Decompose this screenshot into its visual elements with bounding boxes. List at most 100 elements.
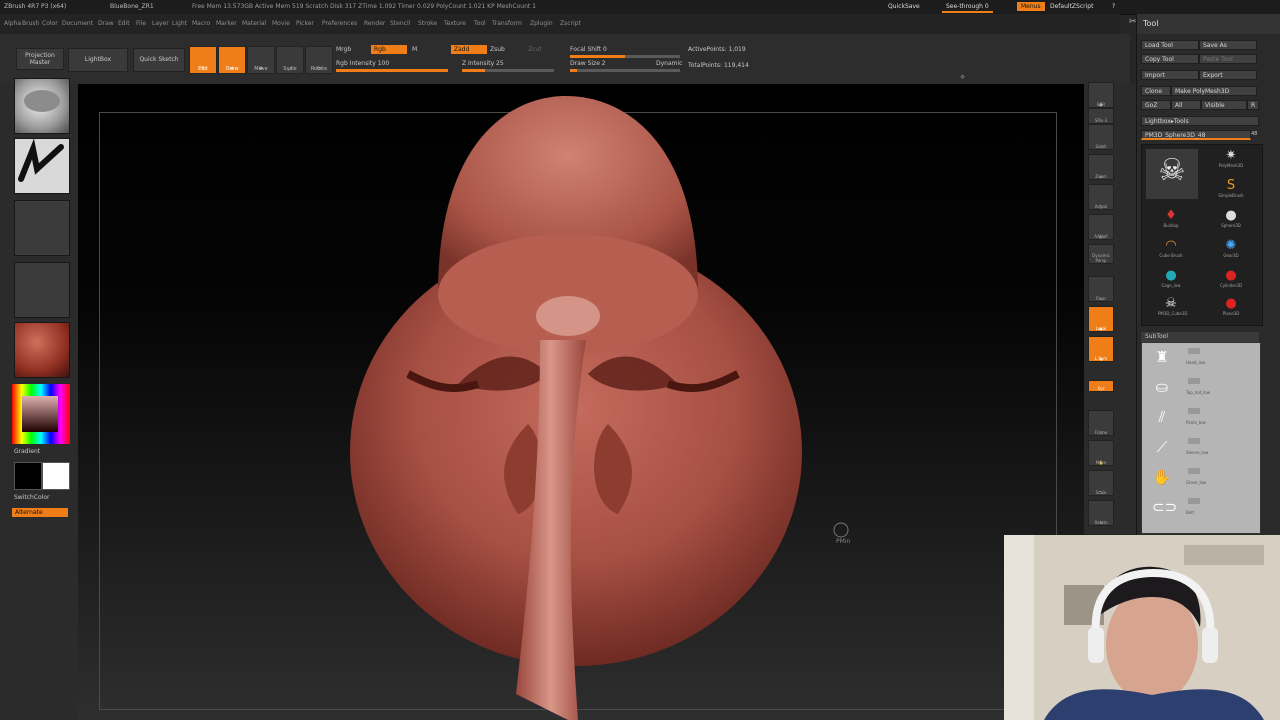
- visible-button[interactable]: Visible: [1201, 100, 1247, 110]
- r-button[interactable]: R: [1247, 100, 1259, 110]
- local-button[interactable]: ◉ Local: [1088, 306, 1114, 332]
- primary-color[interactable]: [14, 462, 42, 490]
- aahalf-button[interactable]: ▤ AAHalf: [1088, 214, 1114, 240]
- import-button[interactable]: Import: [1141, 70, 1199, 80]
- z-intensity-slider[interactable]: Z Intensity 25: [462, 60, 504, 67]
- menu-stroke[interactable]: Stroke: [418, 20, 437, 27]
- secondary-color[interactable]: [42, 462, 70, 490]
- subtool-item[interactable]: ♜ Head_low: [1142, 343, 1260, 373]
- quicksave-button[interactable]: QuickSave: [884, 2, 924, 11]
- paste-tool-button[interactable]: Paste Tool: [1199, 54, 1257, 64]
- scale-view-button[interactable]: ⤡ Scale: [1088, 470, 1114, 496]
- menu-alpha[interactable]: Alpha: [4, 20, 21, 27]
- tool-thumb-polymesh[interactable]: ✷ PolyMesh3D: [1218, 149, 1244, 169]
- switch-color-button[interactable]: SwitchColor: [14, 494, 50, 501]
- frame-button[interactable]: ⛶ Frame: [1088, 410, 1114, 436]
- draw-size-slider[interactable]: Draw Size 2: [570, 60, 606, 67]
- rgb-toggle[interactable]: Rgb: [371, 45, 407, 54]
- zadd-toggle[interactable]: Zadd: [451, 45, 487, 54]
- menu-movie[interactable]: Movie: [272, 20, 290, 27]
- zoom-button[interactable]: ⊕ Zoom: [1088, 154, 1114, 180]
- menu-zplugin[interactable]: Zplugin: [530, 20, 553, 27]
- visibility-toggle[interactable]: [1188, 348, 1200, 354]
- menu-file[interactable]: File: [136, 20, 146, 27]
- all-button[interactable]: All: [1171, 100, 1201, 110]
- menu-preferences[interactable]: Preferences: [322, 20, 357, 27]
- move-mode-button[interactable]: ✥ Move: [247, 46, 275, 74]
- scroll-button[interactable]: ⇕ Scroll: [1088, 124, 1114, 150]
- floor-button[interactable]: ⊥ Floor: [1088, 276, 1114, 302]
- m-toggle[interactable]: M: [412, 46, 417, 53]
- visibility-toggle[interactable]: [1188, 468, 1200, 474]
- color-picker-square[interactable]: [22, 396, 58, 432]
- canvas-viewport[interactable]: PMin: [78, 84, 1084, 720]
- bpr-button[interactable]: ● BPR: [1088, 82, 1114, 108]
- tool-thumb-sphere[interactable]: ● Sphere3D: [1218, 209, 1244, 229]
- tool-thumb-pm3dcube[interactable]: ☠ PM3D_Cube3D: [1158, 297, 1187, 317]
- load-tool-button[interactable]: Load Tool: [1141, 40, 1199, 50]
- tool-thumb-cube[interactable]: ◠ Cube Brush: [1158, 239, 1184, 259]
- dynamic-toggle[interactable]: Dynamic: [656, 60, 682, 67]
- color-picker[interactable]: [12, 384, 70, 444]
- menu-draw[interactable]: Draw: [98, 20, 114, 27]
- menu-texture[interactable]: Texture: [444, 20, 466, 27]
- rgb-intensity-track[interactable]: [336, 69, 448, 72]
- default-zscript-button[interactable]: DefaultZScript: [1046, 2, 1097, 11]
- scale-mode-button[interactable]: ⤢ Scale: [276, 46, 304, 74]
- tool-thumb-gear[interactable]: ✺ Gear3D: [1218, 239, 1244, 259]
- copy-tool-button[interactable]: Copy Tool: [1141, 54, 1199, 64]
- texture-thumbnail[interactable]: [14, 262, 70, 318]
- focal-shift-slider[interactable]: Focal Shift 0: [570, 46, 607, 53]
- tool-thumb-cylinder[interactable]: ● Cylinder3D: [1218, 269, 1244, 289]
- menu-picker[interactable]: Picker: [296, 20, 314, 27]
- rotate-mode-button[interactable]: ⟳ Rotate: [305, 46, 333, 74]
- subtool-item[interactable]: ⊂⊃ Belt: [1142, 493, 1260, 523]
- current-tool-slider[interactable]: PM3D_Sphere3D_48: [1141, 130, 1251, 140]
- save-as-button[interactable]: Save As: [1199, 40, 1257, 50]
- menu-transform[interactable]: Transform: [492, 20, 522, 27]
- xyz-button[interactable]: Xyz: [1088, 380, 1114, 392]
- draw-size-track[interactable]: [570, 69, 680, 72]
- visibility-toggle[interactable]: [1188, 408, 1200, 414]
- dock-arrow-icon[interactable]: ✥: [960, 74, 965, 81]
- menu-tool[interactable]: Tool: [474, 20, 486, 27]
- move-view-button[interactable]: ✋ Move: [1088, 440, 1114, 466]
- goz-button[interactable]: GoZ: [1141, 100, 1171, 110]
- mrgb-toggle[interactable]: Mrgb: [336, 46, 351, 53]
- see-through-slider[interactable]: See-through 0: [942, 2, 993, 13]
- lightbox-tools-button[interactable]: Lightbox▸Tools: [1141, 116, 1259, 126]
- menu-color[interactable]: Color: [42, 20, 58, 27]
- lightbox-button[interactable]: LightBox: [68, 48, 128, 72]
- tool-thumb-plane[interactable]: ● Plane3D: [1218, 297, 1244, 317]
- subtool-header[interactable]: SubTool: [1141, 332, 1259, 342]
- focal-shift-track[interactable]: [570, 55, 680, 58]
- export-button[interactable]: Export: [1199, 70, 1257, 80]
- edit-mode-button[interactable]: ✎ Edit: [189, 46, 217, 74]
- menu-brush[interactable]: Brush: [22, 20, 39, 27]
- tool-thumb-simplebrush[interactable]: S SimpleBrush: [1218, 179, 1244, 199]
- zcut-toggle[interactable]: Zcut: [528, 46, 542, 53]
- menu-edit[interactable]: Edit: [118, 20, 130, 27]
- subtool-item[interactable]: ✋ Glove_low: [1142, 463, 1260, 493]
- subtool-item[interactable]: ⛀ Top_hat_low: [1142, 373, 1260, 403]
- subtool-item[interactable]: ⟋ Sleeve_low: [1142, 433, 1260, 463]
- material-thumbnail[interactable]: [14, 322, 70, 378]
- quick-sketch-button[interactable]: Quick Sketch: [133, 48, 185, 72]
- help-icon[interactable]: ?: [1108, 2, 1119, 11]
- menu-material[interactable]: Material: [242, 20, 266, 27]
- menus-button[interactable]: Menus: [1017, 2, 1045, 11]
- actual-button[interactable]: ▢ Actual: [1088, 184, 1114, 210]
- tool-palette-header[interactable]: ✂ Tool: [1129, 14, 1280, 34]
- menu-zscript[interactable]: Zscript: [560, 20, 581, 27]
- menu-stencil[interactable]: Stencil: [390, 20, 410, 27]
- make-polymesh-button[interactable]: Make PolyMesh3D: [1171, 86, 1257, 96]
- persp-button[interactable]: Dynamic Persp: [1088, 244, 1114, 264]
- rgb-intensity-slider[interactable]: Rgb Intensity 100: [336, 60, 389, 67]
- zsub-toggle[interactable]: Zsub: [490, 46, 505, 53]
- menu-marker[interactable]: Marker: [216, 20, 237, 27]
- menu-document[interactable]: Document: [62, 20, 93, 27]
- tool-thumb-cage[interactable]: ● Cage_low: [1158, 269, 1184, 289]
- sculpt-model[interactable]: [78, 84, 1084, 720]
- alpha-thumbnail[interactable]: [14, 200, 70, 256]
- stroke-thumbnail[interactable]: [14, 138, 70, 194]
